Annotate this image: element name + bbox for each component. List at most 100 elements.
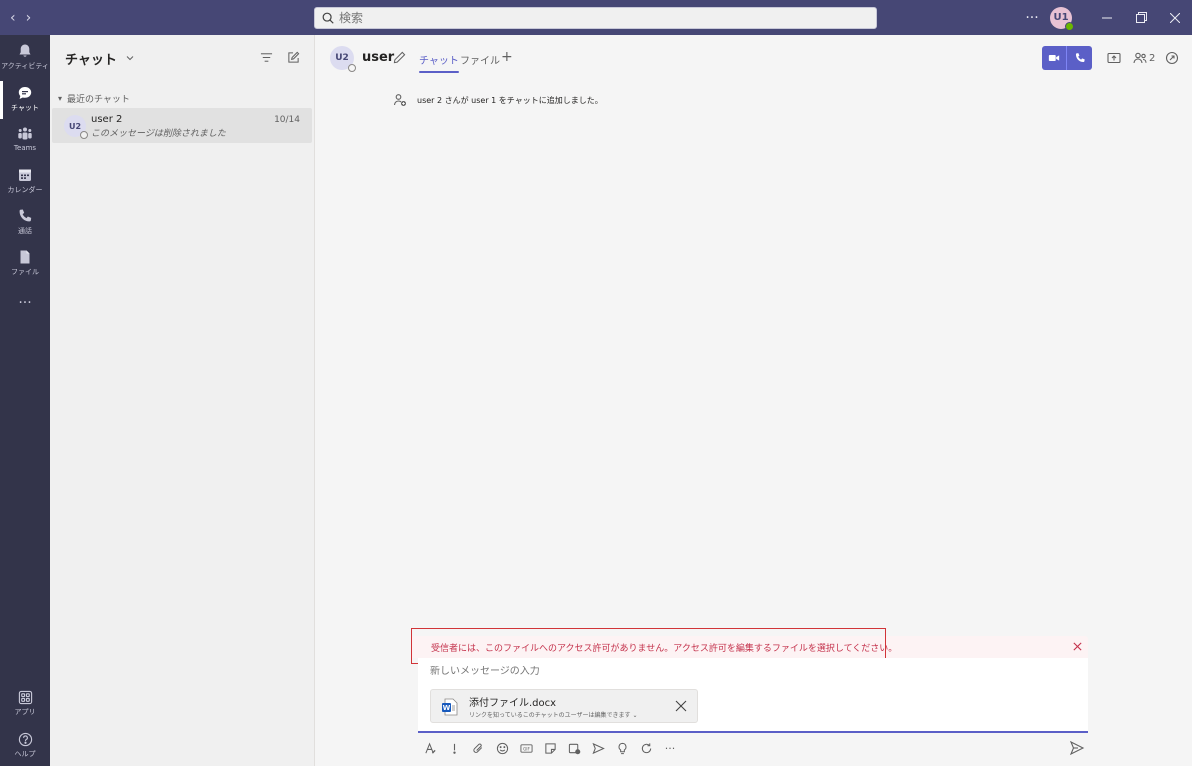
edit-pencil-icon[interactable] <box>393 51 406 64</box>
rail-item-calls[interactable]: 通話 <box>0 208 50 236</box>
more-options-button[interactable]: ··· <box>662 740 678 756</box>
user-avatar-initials: U1 <box>1053 12 1069 23</box>
attachment-permission-text: リンクを知っているこのチャットのユーザーは編集できます <box>469 712 631 719</box>
recent-chats-label: 最近のチャット <box>67 95 130 105</box>
rail-label: 通話 <box>18 227 32 235</box>
video-call-button[interactable] <box>1042 46 1067 70</box>
calendar-icon <box>19 169 31 181</box>
presence-offline-icon <box>80 131 88 139</box>
rail-label: カレンダー <box>7 186 43 194</box>
new-chat-icon[interactable] <box>287 51 300 64</box>
error-banner: 受信者には、このファイルへのアクセス許可がありません。アクセス許可を編集するファ… <box>411 636 1088 658</box>
important-button[interactable] <box>446 740 462 756</box>
praise-button[interactable] <box>614 740 630 756</box>
send-later-icon <box>591 742 605 754</box>
emoji-button[interactable] <box>494 740 510 756</box>
nav-arrows: ‹ › <box>0 10 60 26</box>
tab-files[interactable]: ファイル <box>460 52 500 67</box>
attachment-permission[interactable]: リンクを知っているこのチャットのユーザーは編集できます ⌄ <box>469 710 637 719</box>
rail-label: アクティビティ <box>1 62 49 70</box>
schedule-send-button[interactable] <box>590 740 606 756</box>
chevron-down-icon[interactable] <box>125 53 135 63</box>
rail-item-teams[interactable]: Teams <box>0 126 50 152</box>
lightbulb-icon <box>618 742 626 754</box>
refresh-icon <box>641 742 651 753</box>
filter-icon[interactable] <box>260 51 273 64</box>
forward-arrow-icon[interactable]: › <box>26 10 32 26</box>
message-input[interactable] <box>430 666 1070 677</box>
chat-header-avatar[interactable]: U2 <box>330 46 356 72</box>
rail-label: アプリ <box>14 708 36 716</box>
rail-label: チャット <box>11 104 39 112</box>
word-document-icon: W <box>442 698 458 716</box>
rail-item-help[interactable]: ヘルプ <box>0 732 50 759</box>
back-arrow-icon[interactable]: ‹ <box>10 10 16 26</box>
popout-chat-button[interactable] <box>1165 51 1179 65</box>
search-input[interactable] <box>339 11 876 25</box>
svg-text:GIF: GIF <box>523 746 530 751</box>
apps-icon <box>18 690 32 705</box>
popout-icon <box>1165 51 1179 65</box>
chat-list-title[interactable]: チャット <box>65 49 117 68</box>
minimize-button[interactable] <box>1090 0 1124 35</box>
paperclip-icon <box>472 743 482 753</box>
attachment-card[interactable]: W 添付ファイル.docx リンクを知っているこのチャットのユーザーは編集できま… <box>430 689 698 723</box>
chat-list-panel: チャット ▾ 最近のチャット U2 user 2 このメッセージは削除されました… <box>50 35 315 766</box>
system-message-text: user 2 さんが user 1 をチャットに追加しました。 <box>417 95 603 105</box>
more-options-icon[interactable]: ··· <box>1018 10 1046 26</box>
app-rail: アクティビティ チャット Teams カレンダー 通話 ファイル ··· アプリ… <box>0 35 50 766</box>
presence-available-icon <box>1065 21 1074 31</box>
share-screen-button[interactable] <box>1107 51 1121 65</box>
more-apps-icon: ··· <box>18 295 32 311</box>
video-camera-icon <box>1048 55 1060 61</box>
rail-item-activity[interactable]: アクティビティ <box>0 43 50 71</box>
close-window-button[interactable] <box>1158 0 1192 35</box>
sticker-button[interactable] <box>542 740 558 756</box>
rail-label: Teams <box>13 144 37 152</box>
rail-item-calendar[interactable]: カレンダー <box>0 167 50 195</box>
loop-button[interactable] <box>638 740 654 756</box>
audio-call-button[interactable] <box>1067 46 1092 70</box>
participants-button[interactable]: 2 <box>1133 51 1155 65</box>
close-icon[interactable] <box>1072 641 1083 652</box>
title-bar: ‹ › ··· U1 <box>0 0 1192 35</box>
phone-icon <box>1075 53 1085 63</box>
add-tab-icon[interactable]: + <box>501 49 513 65</box>
meet-now-button[interactable] <box>566 740 582 756</box>
chevron-down-icon: ⌄ <box>632 712 638 719</box>
exclamation-icon <box>452 743 456 754</box>
recent-chats-section[interactable]: ▾ 最近のチャット <box>58 92 130 105</box>
chat-list-actions <box>260 51 300 64</box>
teams-icon <box>18 127 32 140</box>
phone-icon <box>19 209 32 222</box>
compose-box: W 添付ファイル.docx リンクを知っているこのチャットのユーザーは編集できま… <box>418 658 1088 733</box>
rail-item-chat[interactable]: チャット <box>0 81 50 119</box>
chat-header-initials: U2 <box>335 53 349 63</box>
call-buttons <box>1042 46 1092 70</box>
attach-button[interactable] <box>470 740 486 756</box>
format-icon <box>424 741 436 754</box>
gif-button[interactable]: GIF <box>518 740 534 756</box>
remove-attachment-icon[interactable] <box>675 700 687 712</box>
chat-main: U2 user チャット ファイル + 2 user 2 さんが user 1 … <box>315 35 1192 766</box>
restore-button[interactable] <box>1124 0 1158 35</box>
minimize-icon <box>1102 17 1112 18</box>
chat-date: 10/14 <box>274 115 300 125</box>
rail-item-files[interactable]: ファイル <box>0 249 50 277</box>
sticker-icon <box>544 742 556 754</box>
search-icon <box>322 12 334 24</box>
user-avatar[interactable]: U1 <box>1050 6 1074 31</box>
bell-icon <box>19 44 31 57</box>
format-button[interactable] <box>422 740 438 756</box>
people-icon <box>1133 52 1147 64</box>
rail-label: ヘルプ <box>14 750 36 758</box>
rail-item-more[interactable]: ··· <box>0 295 50 311</box>
more-options-icon: ··· <box>664 741 676 755</box>
chat-list-item[interactable]: U2 user 2 このメッセージは削除されました 10/14 <box>52 108 312 143</box>
send-icon[interactable] <box>1069 740 1085 756</box>
title-right: ··· U1 <box>1018 0 1192 35</box>
rail-item-apps[interactable]: アプリ <box>0 690 50 717</box>
search-box[interactable] <box>314 7 877 29</box>
participants-count: 2 <box>1149 52 1156 64</box>
tab-chat[interactable]: チャット <box>419 52 459 73</box>
